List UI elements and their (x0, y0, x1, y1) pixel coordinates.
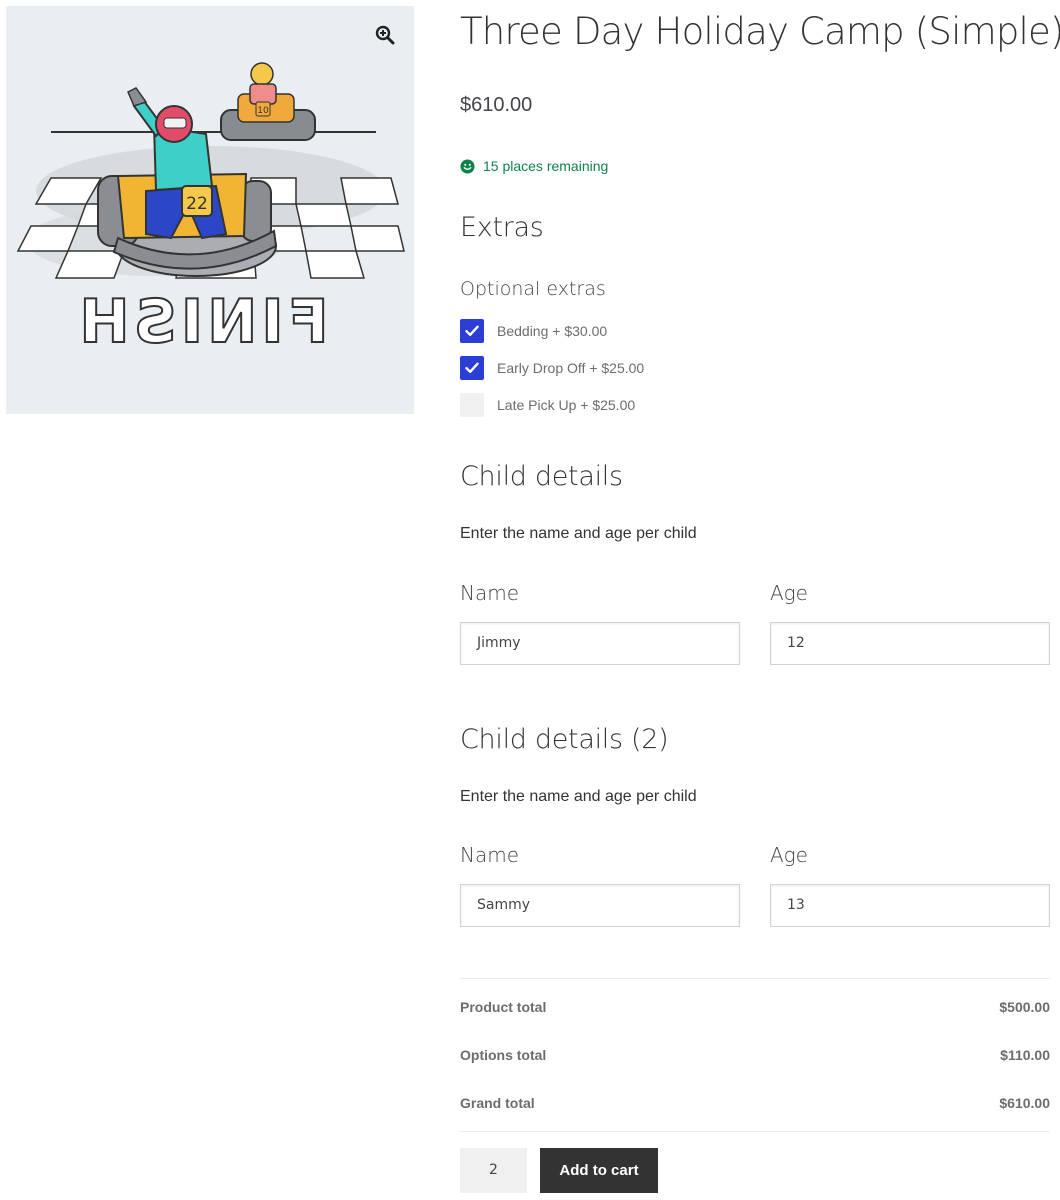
name-label: Name (460, 581, 520, 605)
extra-option-label: Bedding + $30.00 (497, 323, 608, 339)
stock-status: 15 places remaining (460, 158, 608, 174)
back-kart: 10 (220, 62, 316, 141)
zoom-icon[interactable] (374, 24, 396, 46)
checkbox-checked[interactable] (460, 319, 484, 343)
extra-option-label: Late Pick Up + $25.00 (497, 397, 636, 413)
child-age-input[interactable]: 12 (770, 622, 1050, 665)
extra-option-early-drop-off[interactable]: Early Drop Off + $25.00 (460, 355, 644, 381)
product-price: $610.00 (460, 94, 533, 116)
product-image[interactable]: FINISH 10 22 (6, 6, 414, 414)
checkbox-unchecked[interactable] (460, 393, 484, 417)
go-kart-illustration: FINISH 10 22 (16, 62, 405, 358)
svg-text:22: 22 (186, 194, 208, 214)
checkbox-checked[interactable] (460, 356, 484, 380)
add-to-cart-button[interactable]: Add to cart (540, 1148, 658, 1193)
grand-total-value: $610.00 (999, 1095, 1050, 1111)
child-details-2-heading: Child details (2) (460, 724, 669, 755)
extra-option-label: Early Drop Off + $25.00 (497, 360, 645, 376)
age-label: Age (770, 581, 808, 605)
age-label: Age (770, 843, 808, 867)
product-title: Three Day Holiday Camp (Simple) (460, 10, 1060, 53)
child-name-input[interactable]: Jimmy (460, 622, 740, 665)
product-total-value: $500.00 (999, 999, 1050, 1015)
extra-option-late-pick-up[interactable]: Late Pick Up + $25.00 (460, 392, 635, 418)
optional-extras-label: Optional extras (460, 278, 606, 300)
name-label: Name (460, 843, 520, 867)
child-details-2-description: Enter the name and age per child (460, 788, 697, 805)
child-2-name-input[interactable]: Sammy (460, 884, 740, 927)
extra-option-bedding[interactable]: Bedding + $30.00 (460, 318, 607, 344)
child-details-description: Enter the name and age per child (460, 525, 697, 542)
finish-road-text: FINISH (75, 287, 328, 357)
extras-heading: Extras (460, 212, 544, 243)
grand-total-label: Grand total (460, 1095, 535, 1111)
options-total-label: Options total (460, 1047, 547, 1063)
quantity-input[interactable]: 2 (460, 1148, 527, 1193)
options-total-value: $110.00 (1000, 1047, 1050, 1063)
checkmark-icon (465, 362, 479, 373)
totals-bottom-divider (460, 1131, 1050, 1132)
checkmark-icon (465, 325, 479, 336)
stock-text: 15 places remaining (483, 158, 609, 174)
product-total-label: Product total (460, 999, 547, 1015)
child-2-age-input[interactable]: 13 (770, 884, 1050, 927)
totals-top-divider (460, 978, 1050, 979)
smiley-icon (460, 158, 475, 174)
child-details-heading: Child details (460, 461, 623, 492)
svg-text:10: 10 (257, 106, 269, 116)
